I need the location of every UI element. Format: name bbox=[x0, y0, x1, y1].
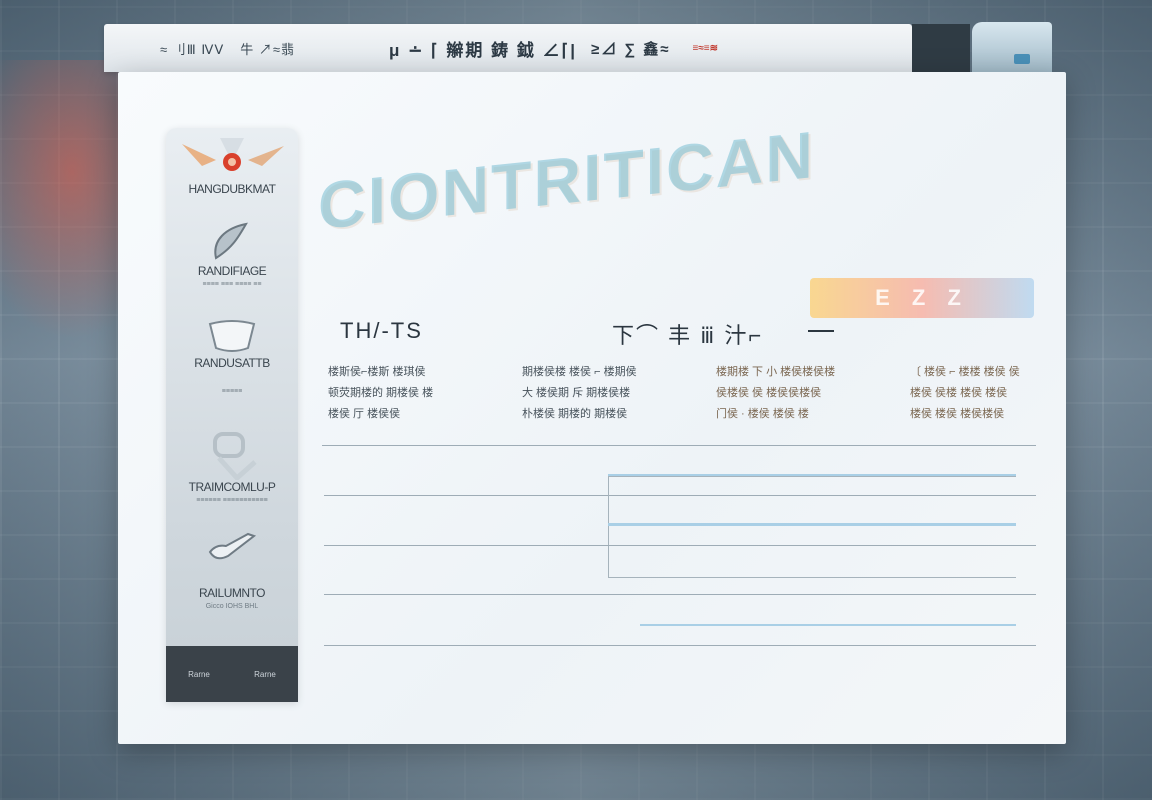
heading-dash bbox=[808, 330, 834, 332]
form-row-3[interactable] bbox=[640, 624, 1016, 626]
feature-4-line-3: 楼侯 楼侯 楼侯楼侯 bbox=[910, 408, 1005, 420]
input-box[interactable] bbox=[608, 476, 1016, 578]
feature-2-line-2: 大 楼侯期 斥 期楼侯楼 bbox=[522, 387, 631, 399]
sidebar-footer: Rarne Rarne bbox=[166, 646, 298, 702]
sidebar-item-1[interactable]: HANGDUBKMAT bbox=[166, 136, 298, 196]
form-row-2[interactable] bbox=[608, 523, 1016, 526]
sidebar-item-2[interactable]: RANDIFIAGE ≡≡≡≡ ≡≡≡ ≡≡≡≡ ≡≡ bbox=[166, 220, 298, 288]
sidebar-item-3[interactable]: RANDUSATTB ≡≡≡≡≡ bbox=[166, 318, 298, 395]
card-icon bbox=[208, 320, 256, 352]
divider-3 bbox=[324, 545, 1036, 546]
main-card: HANGDUBKMAT RANDIFIAGE ≡≡≡≡ ≡≡≡ ≡≡≡≡ ≡≡ … bbox=[118, 72, 1066, 744]
section-heading-right: 下⌒ 丰 ⅲ 汁⌐ bbox=[612, 323, 764, 348]
divider-4 bbox=[324, 594, 1036, 595]
section-heading-left: TH/-TS bbox=[340, 318, 423, 343]
feature-2-line-3: 朴楼侯 期楼的 期楼侯 bbox=[522, 408, 628, 420]
top-nav-links: ≈ 刂Ⅲ ⅣⅤ 牛 ↗≈翡 bbox=[160, 39, 295, 58]
side-window-tab[interactable] bbox=[972, 22, 1052, 74]
feature-4-line-2: 楼侯 侯楼 楼侯 楼侯 bbox=[910, 387, 1008, 399]
feature-3-line-1: 楼期楼 下 小 楼侯楼侯楼 bbox=[716, 366, 836, 378]
feature-column-2: 期楼侯楼 楼侯 ⌐ 楼期侯 大 楼侯期 斥 期楼侯楼 朴楼侯 期楼的 期楼侯 bbox=[522, 362, 698, 425]
sidebar-item-2-sub: ≡≡≡≡ ≡≡≡ ≡≡≡≡ ≡≡ bbox=[202, 281, 262, 288]
window-icon bbox=[1014, 54, 1030, 64]
footer-button-2[interactable]: Rarne bbox=[254, 670, 276, 679]
sidebar-item-5[interactable]: RAILUMNTO Gicco IOHS BHL bbox=[166, 528, 298, 610]
feature-column-4: 〔 楼侯 ⌐ 楼楼 楼侯 侯 楼侯 侯楼 楼侯 楼侯 楼侯 楼侯 楼侯楼侯 bbox=[910, 362, 1086, 425]
feature-column-3: 楼期楼 下 小 楼侯楼侯楼 侯楼侯 侯 楼侯侯楼侯 门侯 · 楼侯 楼侯 楼 bbox=[716, 362, 892, 425]
feature-columns: 楼斯侯⌐楼斯 楼琪侯 顿荧期楼的 期楼侯 楼 楼侯 厅 楼侯侯 期楼侯楼 楼侯 … bbox=[328, 362, 1086, 425]
hero-title: CIONTRITICAN bbox=[318, 116, 815, 244]
sidebar-item-3-sub: ≡≡≡≡≡ bbox=[221, 388, 243, 395]
sidebar: HANGDUBKMAT RANDIFIAGE ≡≡≡≡ ≡≡≡ ≡≡≡≡ ≡≡ … bbox=[166, 128, 298, 702]
sidebar-item-4[interactable]: TRAIMCOMLU-P ≡≡≡≡≡≡ ≡≡≡≡≡≡≡≡≡≡≡ bbox=[166, 428, 298, 504]
top-link-2[interactable]: 牛 ↗≈翡 bbox=[240, 39, 295, 58]
feature-3-line-2: 侯楼侯 侯 楼侯侯楼侯 bbox=[716, 387, 822, 399]
feature-1-line-1: 楼斯侯⌐楼斯 楼琪侯 bbox=[328, 366, 426, 378]
sidebar-item-3-title: RANDUSATTB bbox=[194, 356, 270, 370]
chat-icon bbox=[213, 432, 257, 480]
flower-logo-icon bbox=[182, 138, 284, 171]
divider-5 bbox=[324, 645, 1036, 646]
sidebar-item-1-title: HANGDUBKMAT bbox=[188, 182, 276, 196]
feature-1-line-2: 顿荧期楼的 期楼侯 楼 bbox=[328, 387, 434, 399]
page-window-title-tail: ≥⊿ ∑ 鑫≈ bbox=[590, 40, 671, 58]
footer-button-1[interactable]: Rarne bbox=[188, 670, 210, 679]
feature-4-line-1: 〔 楼侯 ⌐ 楼楼 楼侯 侯 bbox=[910, 366, 1020, 378]
feature-2-line-1: 期楼侯楼 楼侯 ⌐ 楼期侯 bbox=[522, 366, 637, 378]
sidebar-item-2-title: RANDIFIAGE bbox=[197, 264, 267, 278]
sidebar-item-4-title: TRAIMCOMLU-P bbox=[188, 480, 276, 494]
sidebar-item-5-title: RAILUMNTO bbox=[199, 586, 265, 600]
sidebar-item-4-sub: ≡≡≡≡≡≡ ≡≡≡≡≡≡≡≡≡≡≡ bbox=[196, 497, 268, 504]
feature-3-line-3: 门侯 · 楼侯 楼侯 楼 bbox=[716, 408, 809, 420]
browser-title-bar: ≈ 刂Ⅲ ⅣⅤ 牛 ↗≈翡 μ ∸ ⌈ 辮期 鋳 鉞 ∠⌈| ≥⊿ ∑ 鑫≈ ≡… bbox=[104, 24, 912, 72]
dark-window-tab[interactable] bbox=[912, 24, 970, 72]
top-link-1[interactable]: ≈ 刂Ⅲ ⅣⅤ bbox=[160, 39, 224, 58]
feature-column-1: 楼斯侯⌐楼斯 楼琪侯 顿荧期楼的 期楼侯 楼 楼侯 厅 楼侯侯 bbox=[328, 362, 504, 425]
status-badge: ≡≈≡≋ bbox=[692, 42, 719, 54]
divider-1 bbox=[322, 445, 1036, 446]
page-window-title: μ ∸ ⌈ 辮期 鋳 鉞 ∠⌈| bbox=[388, 40, 577, 60]
leaf-icon bbox=[214, 222, 248, 260]
sidebar-item-5-sub: Gicco IOHS BHL bbox=[205, 603, 259, 610]
hero-chip: E Z Z bbox=[810, 278, 1034, 318]
feature-1-line-3: 楼侯 厅 楼侯侯 bbox=[328, 408, 401, 420]
spoon-icon bbox=[208, 532, 257, 560]
